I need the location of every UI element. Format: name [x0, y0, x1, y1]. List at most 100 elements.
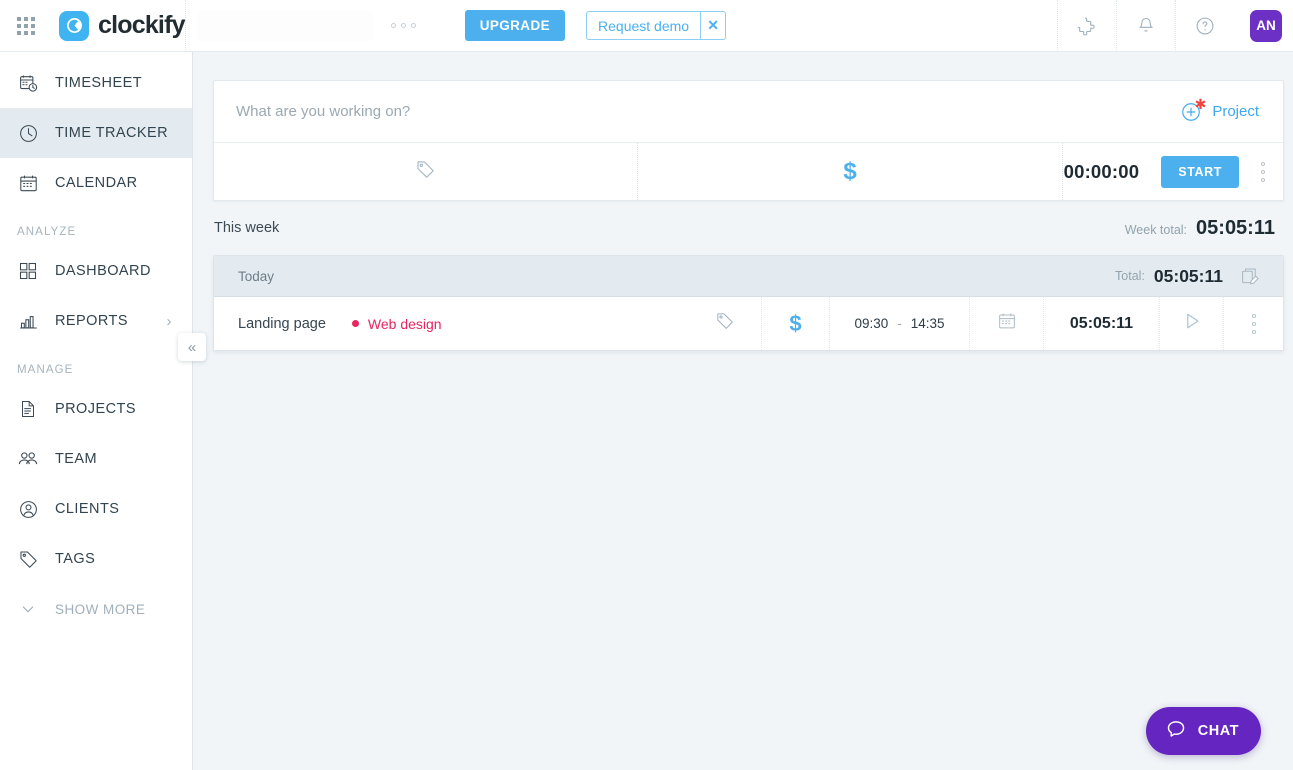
time-separator: -: [897, 316, 902, 331]
timer-description-row: ✱ Project: [214, 81, 1283, 143]
project-color-dot: [351, 320, 359, 327]
entries-card: Today Total: 05:05:11 Landing page Web d…: [213, 255, 1284, 351]
timer-description-input[interactable]: [214, 103, 1181, 120]
dollar-icon: $: [789, 310, 802, 336]
upgrade-button[interactable]: UPGRADE: [464, 10, 566, 41]
sidebar-item-dashboard[interactable]: DASHBOARD: [0, 246, 192, 296]
speech-bubble-icon: [1165, 718, 1187, 744]
sidebar-show-more-label: SHOW MORE: [55, 601, 146, 617]
avatar[interactable]: AN: [1250, 9, 1282, 42]
start-button[interactable]: START: [1161, 155, 1239, 188]
sidebar-collapse-button[interactable]: «: [178, 333, 206, 361]
entry-project[interactable]: Web design: [351, 315, 442, 332]
timer-tag-button[interactable]: [214, 143, 638, 200]
tag-icon: [415, 159, 436, 185]
vertical-dots-icon: [1251, 313, 1256, 334]
entry-end-time[interactable]: 14:35: [911, 316, 945, 331]
top-bar-actions: AN: [1057, 0, 1293, 52]
entry-time-range[interactable]: 09:30 - 14:35: [829, 297, 969, 350]
question-circle-icon[interactable]: [1175, 0, 1234, 52]
close-icon[interactable]: ✕: [700, 11, 727, 40]
sidebar-item-label: REPORTS: [55, 313, 128, 329]
sidebar-item-calendar[interactable]: CALENDAR: [0, 158, 192, 208]
entry-billable-button[interactable]: $: [761, 297, 829, 350]
entry-duration[interactable]: 05:05:11: [1043, 297, 1159, 350]
bar-chart-icon: [17, 310, 39, 332]
sidebar-item-timesheet[interactable]: TIMESHEET: [0, 58, 192, 108]
vertical-dots-icon[interactable]: [1261, 161, 1265, 182]
horizontal-dots-icon[interactable]: [390, 23, 416, 28]
timesheet-icon: [17, 72, 39, 94]
required-asterisk-icon: ✱: [1194, 95, 1207, 112]
chat-label: CHAT: [1197, 723, 1239, 739]
entry-tag-button[interactable]: [689, 297, 761, 350]
play-icon: [1181, 310, 1203, 337]
entry-date-button[interactable]: [969, 297, 1043, 350]
entry-start-time[interactable]: 09:30: [854, 316, 888, 331]
chat-button[interactable]: CHAT: [1145, 707, 1261, 755]
people-icon: [17, 448, 39, 470]
sidebar-item-label: CLIENTS: [55, 501, 120, 517]
bulk-edit-icon[interactable]: [1240, 266, 1261, 287]
clockify-logo-icon: [59, 10, 89, 41]
timer-card: ✱ Project $ 00:00:00 START: [213, 80, 1284, 201]
sidebar-item-label: TAGS: [55, 551, 96, 567]
request-demo-button[interactable]: Request demo: [586, 11, 701, 40]
person-circle-icon: [17, 498, 39, 520]
sidebar-group-manage: MANAGE: [17, 364, 74, 376]
sidebar-item-projects[interactable]: PROJECTS: [0, 384, 192, 434]
entry-description[interactable]: Landing page: [214, 316, 326, 332]
timer-billable-button[interactable]: $: [638, 143, 1063, 200]
add-project-button[interactable]: ✱ Project: [1180, 97, 1283, 123]
sidebar-group-analyze: ANALYZE: [17, 226, 77, 238]
entry-play-button[interactable]: [1159, 297, 1223, 350]
dollar-icon: $: [843, 157, 857, 185]
sidebar-item-label: PROJECTS: [55, 401, 136, 417]
document-icon: [17, 398, 39, 420]
clockify-logo[interactable]: clockify: [59, 10, 186, 41]
calendar-icon: [997, 311, 1017, 336]
sidebar-item-team[interactable]: TEAM: [0, 434, 192, 484]
clock-icon: [17, 122, 39, 144]
main-content: ✱ Project $ 00:00:00 START: [193, 52, 1293, 770]
day-total-label: Total:: [1115, 269, 1145, 283]
day-total: Total: 05:05:11: [1115, 266, 1261, 287]
sidebar-item-label: TIMESHEET: [55, 75, 143, 91]
week-total: Week total: 05:05:11: [1125, 217, 1275, 240]
entry-more-button[interactable]: [1223, 297, 1283, 350]
entry-project-label: Web design: [367, 315, 442, 332]
calendar-icon: [17, 172, 39, 194]
project-label: Project: [1212, 103, 1259, 120]
logo-text: clockify: [98, 11, 186, 39]
tag-icon: [715, 311, 735, 336]
sidebar-item-time-tracker[interactable]: TIME TRACKER: [0, 108, 192, 158]
timer-duration-group: 00:00:00 START: [1063, 143, 1283, 200]
chevron-right-icon: ›: [166, 312, 172, 330]
workspace-selector[interactable]: [197, 10, 373, 41]
bell-icon[interactable]: [1116, 0, 1175, 52]
plus-circle-icon: ✱: [1180, 97, 1206, 123]
tag-icon: [17, 548, 39, 570]
week-total-value: 05:05:11: [1196, 216, 1275, 239]
puzzle-piece-icon[interactable]: [1057, 0, 1116, 52]
sidebar-item-label: TIME TRACKER: [55, 125, 169, 141]
day-label: Today: [238, 268, 275, 284]
sidebar-item-clients[interactable]: CLIENTS: [0, 484, 192, 534]
sidebar: TIMESHEET TIME TRACKER CALENDAR ANALYZE: [0, 52, 193, 770]
sidebar-item-label: TEAM: [55, 451, 98, 467]
apps-grid-icon[interactable]: [0, 0, 52, 52]
day-total-value: 05:05:11: [1153, 265, 1223, 286]
sidebar-item-label: CALENDAR: [55, 175, 138, 191]
grid-apps-icon: [17, 16, 35, 35]
timer-duration[interactable]: 00:00:00: [1064, 161, 1140, 183]
sidebar-item-tags[interactable]: TAGS: [0, 534, 192, 584]
chevron-down-icon: [17, 598, 39, 620]
week-total-label: Week total:: [1124, 222, 1188, 237]
week-label: This week: [214, 220, 280, 236]
table-row: Landing page Web design $ 09:30 - 14:35 …: [214, 297, 1283, 350]
divider: [184, 0, 186, 52]
request-demo-group: Request demo ✕: [586, 11, 727, 40]
top-bar: clockify UPGRADE Request demo ✕ AN: [0, 0, 1293, 52]
sidebar-show-more[interactable]: SHOW MORE: [0, 584, 192, 634]
sidebar-item-reports[interactable]: REPORTS ›: [0, 296, 192, 346]
